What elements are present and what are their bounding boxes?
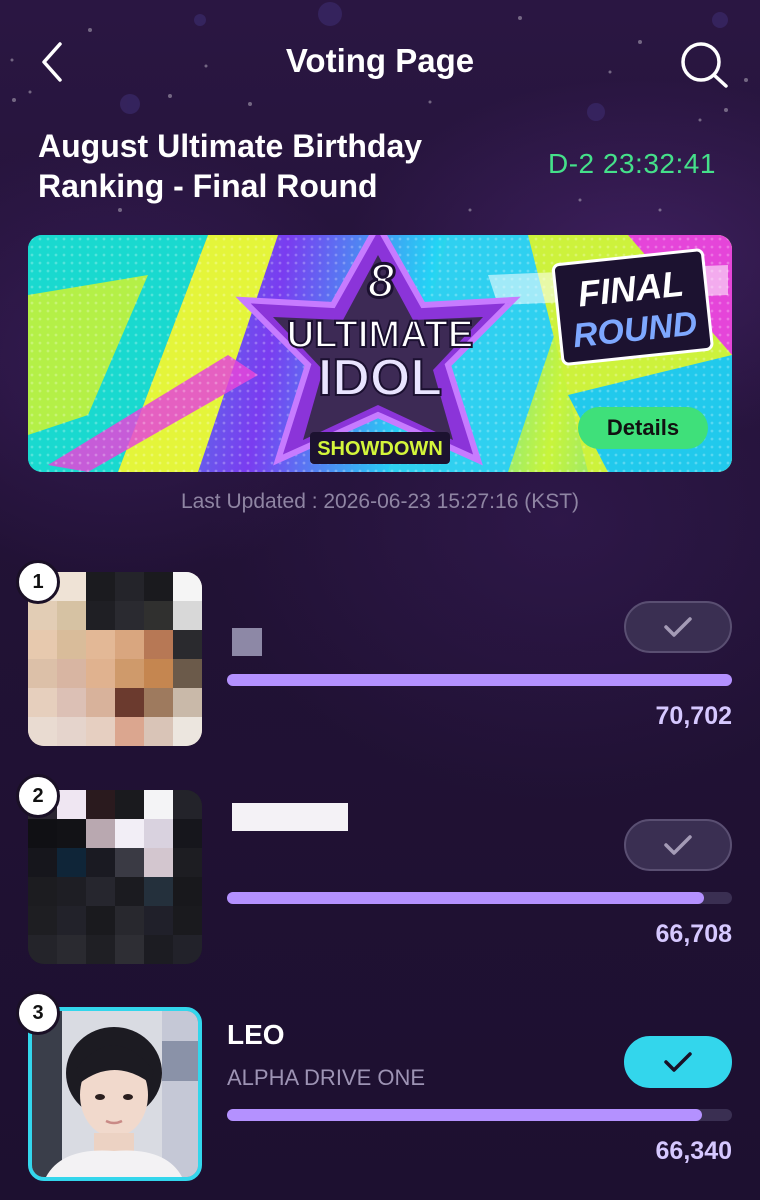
banner-title-line-2: IDOL xyxy=(318,349,442,407)
event-title-line-2: Ranking - Final Round xyxy=(38,168,378,204)
search-icon xyxy=(681,42,728,88)
search-button[interactable] xyxy=(676,38,730,92)
candidate-photo-blurred[interactable] xyxy=(28,572,202,746)
vote-button[interactable] xyxy=(624,819,732,871)
rank-badge: 1 xyxy=(16,560,60,604)
checkmark-icon xyxy=(664,1052,692,1072)
vote-progress-bar xyxy=(227,674,732,686)
event-title-line-1: August Ultimate Birthday xyxy=(38,128,423,164)
page-title: Voting Page xyxy=(285,42,475,79)
pixelated-photo xyxy=(28,572,202,746)
details-button[interactable]: Details xyxy=(578,407,708,449)
vote-button[interactable] xyxy=(624,1036,732,1088)
name-redacted xyxy=(232,628,262,656)
vote-progress-fill xyxy=(227,892,705,904)
banner-ribbon: SHOWDOWN xyxy=(317,438,443,460)
rank-badge: 2 xyxy=(16,774,60,818)
checkmark-icon xyxy=(664,617,692,637)
event-title: August Ultimate Birthday Ranking - Final… xyxy=(38,126,498,206)
ranking-item-3: 3 LEO ALPHA DRIVE ONE 66,340 xyxy=(0,991,760,1195)
candidate-photo-blurred[interactable] xyxy=(28,790,202,964)
ranking-item-2: 2 66,708 xyxy=(0,774,760,978)
vote-count: 66,708 xyxy=(655,920,732,948)
top-bar: Voting Page xyxy=(0,0,760,125)
vote-button[interactable] xyxy=(624,601,732,653)
rank-badge: 3 xyxy=(16,991,60,1035)
vote-count: 70,702 xyxy=(655,702,732,730)
vote-progress-fill xyxy=(227,674,732,686)
name-redacted xyxy=(232,803,348,831)
vote-progress-bar xyxy=(227,1109,732,1121)
candidate-group: ALPHA DRIVE ONE xyxy=(227,1065,426,1090)
vote-progress-bar xyxy=(227,892,732,904)
checkmark-icon xyxy=(664,835,692,855)
last-updated: Last Updated : 2026-06-23 15:27:16 (KST) xyxy=(180,490,580,513)
vote-count: 66,340 xyxy=(655,1137,732,1165)
banner-badge-number: 8 xyxy=(368,255,395,308)
idol-portrait xyxy=(32,1011,198,1177)
countdown-timer: D-2 23:32:41 xyxy=(548,148,716,179)
candidate-name: LEO xyxy=(227,1019,285,1050)
ranking-item-1: 1 70,702 xyxy=(0,560,760,760)
pixelated-photo xyxy=(28,790,202,964)
vote-progress-fill xyxy=(227,1109,702,1121)
candidate-photo[interactable] xyxy=(28,1007,202,1181)
